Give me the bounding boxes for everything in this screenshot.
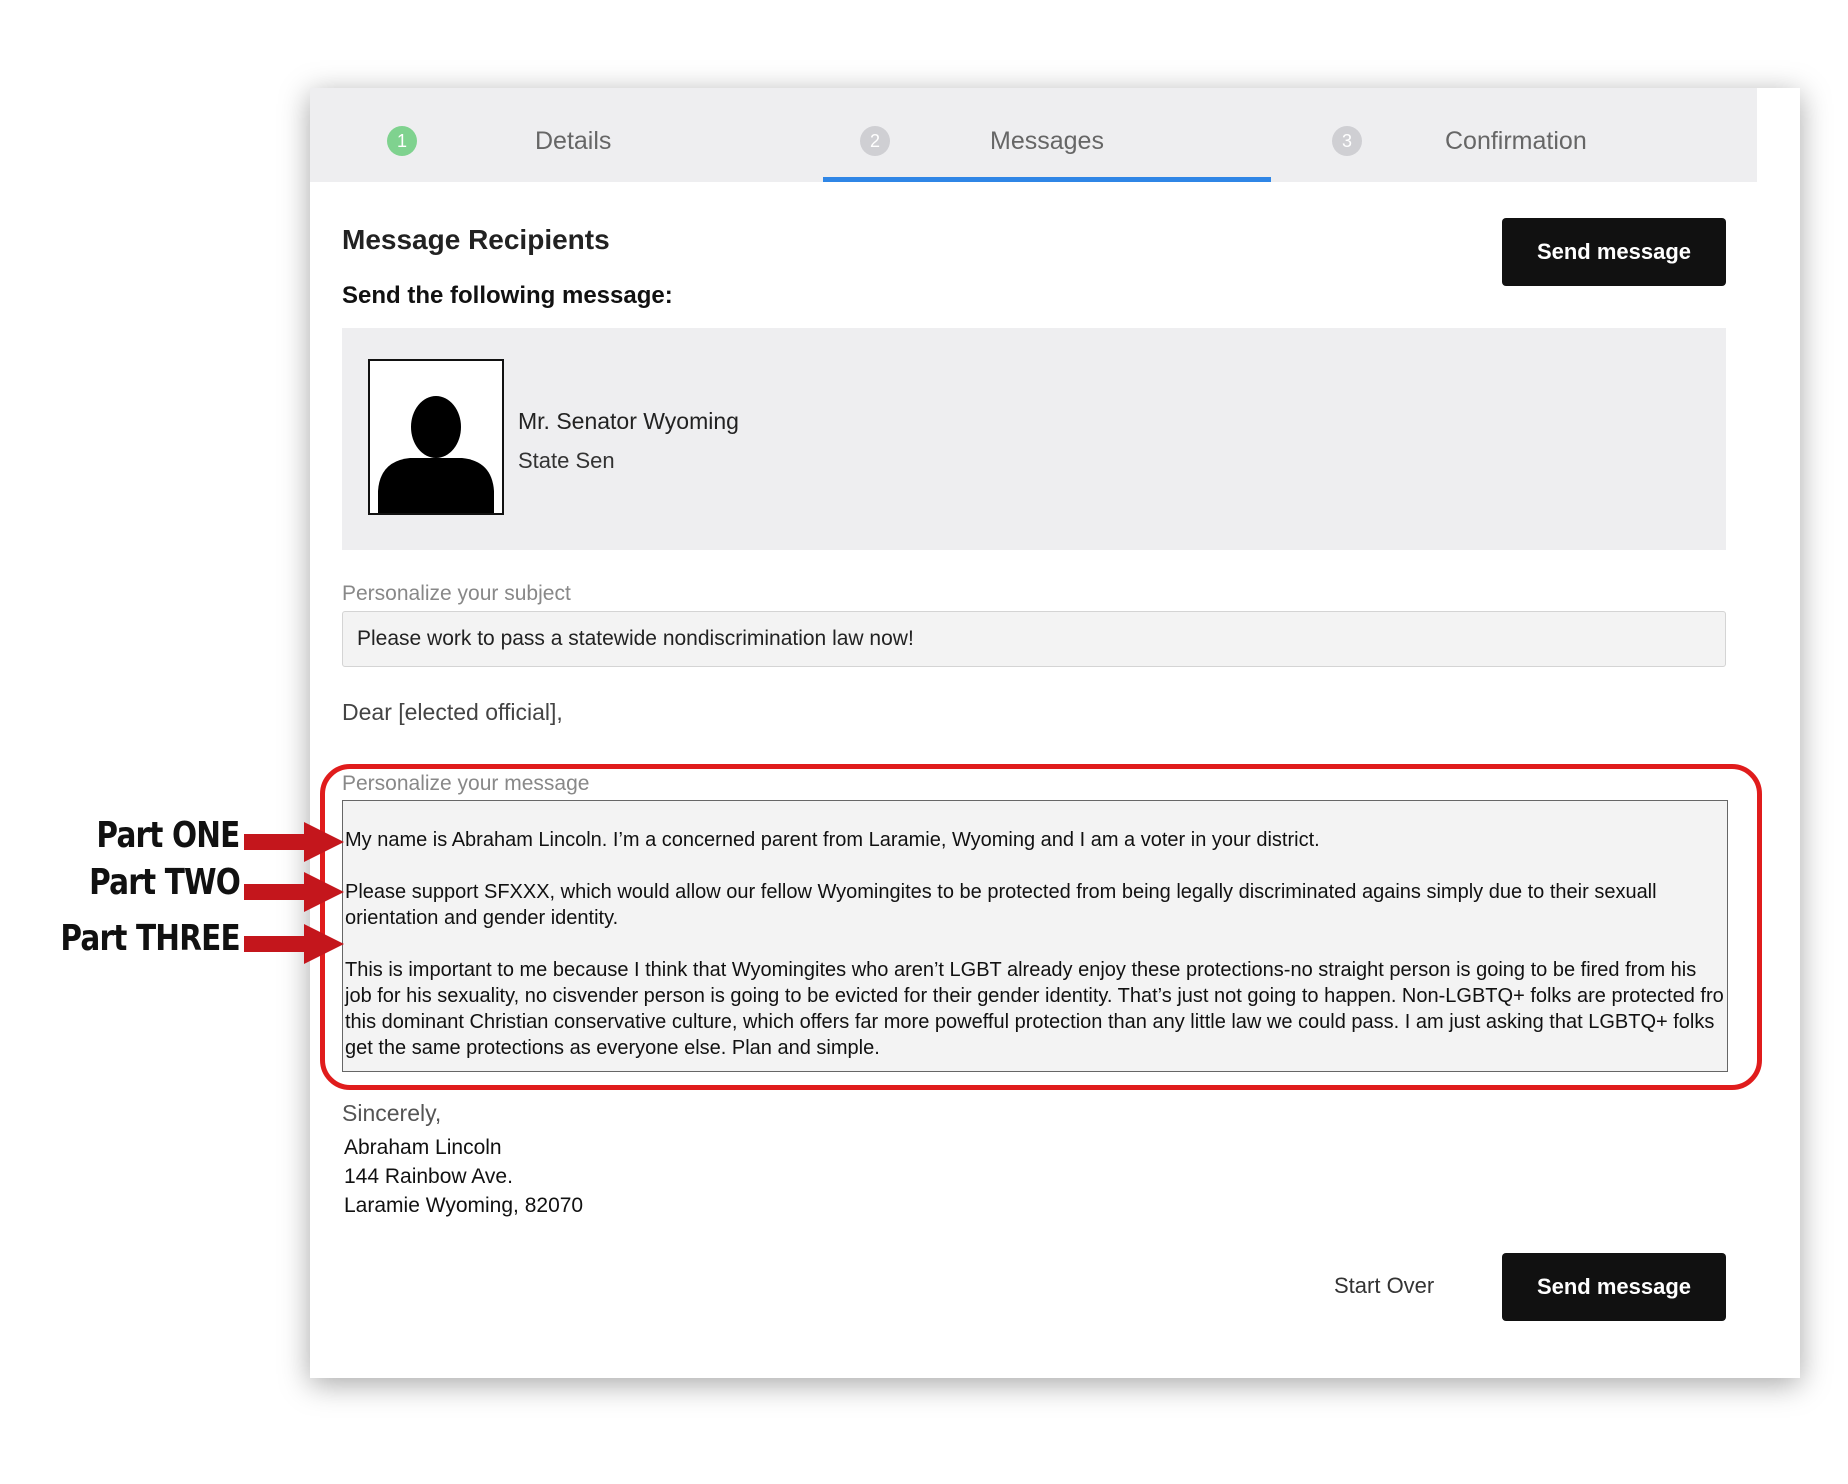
recipient-card: Mr. Senator Wyoming State Sen — [342, 328, 1726, 550]
recipient-name: Mr. Senator Wyoming — [518, 408, 739, 434]
signature-name: Abraham Lincoln — [344, 1136, 502, 1159]
step-number-badge: 1 — [387, 126, 417, 156]
avatar — [368, 359, 504, 515]
signature-address-line2: Laramie Wyoming, 82070 — [344, 1194, 584, 1217]
page-title: Message Recipients — [342, 224, 610, 255]
message-paragraph: My name is Abraham Lincoln. I’m a concer… — [345, 829, 1320, 851]
step-label: Messages — [990, 127, 1104, 155]
annotation-part-one: Part ONE — [96, 815, 241, 856]
annotation-part-two: Part TWO — [89, 862, 241, 903]
message-form-card: 1 Details 2 Messages 3 Confirmation Mess… — [310, 88, 1800, 1378]
step-number-badge: 3 — [1332, 126, 1362, 156]
subject-input[interactable] — [342, 611, 1726, 667]
arrow-right-icon — [244, 924, 344, 964]
message-label: Personalize your message — [342, 772, 590, 795]
message-paragraph: This is important to me because I think … — [345, 959, 1724, 1059]
send-message-button-bottom[interactable]: Send message — [1502, 1253, 1726, 1321]
page-subtitle: Send the following message: — [342, 282, 673, 309]
closing-text: Sincerely, — [342, 1100, 442, 1126]
start-over-button[interactable]: Start Over — [1328, 1272, 1440, 1300]
arrow-right-icon — [244, 822, 344, 862]
arrow-right-icon — [244, 872, 344, 912]
step-label: Details — [535, 127, 612, 155]
progress-steps: 1 Details 2 Messages 3 Confirmation — [310, 88, 1757, 182]
active-tab-indicator — [823, 177, 1271, 182]
person-silhouette-icon — [378, 396, 494, 513]
message-paragraph: Please support SFXXX, which would allow … — [345, 881, 1657, 929]
subject-label: Personalize your subject — [342, 582, 571, 605]
signature-address-line1: 144 Rainbow Ave. — [344, 1165, 513, 1188]
send-message-button[interactable]: Send message — [1502, 218, 1726, 286]
message-textarea[interactable]: My name is Abraham Lincoln. I’m a concer… — [342, 800, 1728, 1072]
recipient-title: State Sen — [518, 448, 615, 473]
salutation: Dear [elected official], — [342, 699, 563, 725]
annotation-part-three: Part THREE — [60, 918, 241, 959]
step-number-badge: 2 — [860, 126, 890, 156]
step-label: Confirmation — [1445, 127, 1587, 155]
